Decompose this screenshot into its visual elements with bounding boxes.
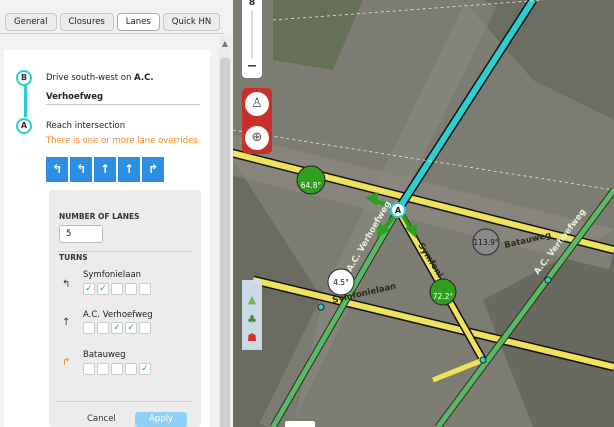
lane-checkbox[interactable] [125,283,137,295]
drive-instruction: Drive south-west on A.C. [46,73,154,83]
lane-checkbox[interactable] [111,283,123,295]
marker-a: A [16,118,32,134]
turn-name-batauweg: Batauweg [83,350,126,360]
aerial-map[interactable]: A 64.8° 113.9° 4.5° 72.2° A.C. Verhoefwe… [233,0,614,427]
zoom-slider[interactable] [251,10,253,58]
turn-left-icon: ↰ [62,279,71,290]
tab-divider [0,33,224,34]
lane-checkbox[interactable] [139,283,151,295]
lane-checkbox[interactable] [111,363,123,375]
drive-prefix: Drive south-west on [46,73,135,83]
street-view-person-icon[interactable]: ♙ [245,92,269,116]
edit-panel: General Closures Lanes Quick HN B A Driv… [0,0,233,427]
map-node[interactable] [317,303,325,311]
turn-checkboxes-ac-verhoefweg: ✓ ✓ [83,322,151,334]
lane-override-note: There is one or more lane overrides [46,136,198,146]
tab-bar: General Closures Lanes Quick HN [5,13,223,33]
layer-tree-icon[interactable]: ♣ [244,312,260,328]
map-view[interactable]: A 64.8° 113.9° 4.5° 72.2° A.C. Verhoefwe… [233,0,614,427]
lane-checkbox[interactable]: ✓ [139,363,151,375]
angle-marker-4: 72.2° [429,278,457,306]
footer-divider [57,401,193,402]
lane-checkbox[interactable] [83,363,95,375]
straight-icon: ↑ [62,317,71,328]
angle-marker-2: 113.9° [472,228,500,256]
zoom-out-button[interactable]: − [242,60,262,74]
angle-label: 113.9° [473,238,498,247]
locate-crosshair-icon[interactable]: ⊕ [245,126,269,150]
layer-up-arrow-icon[interactable]: ▲ [244,292,260,308]
turn-name-ac-verhoefweg: A.C. Verhoefweg [83,310,153,320]
turn-checkboxes-batauweg: ✓ [83,363,151,375]
layer-people-icon[interactable]: ☗ [244,330,260,346]
number-of-lanes-heading: NUMBER OF LANES [59,212,140,221]
scrollbar[interactable]: ▲ [219,36,231,427]
lane-4-straight-icon[interactable]: ↑ [118,157,140,182]
tab-closures[interactable]: Closures [59,13,114,31]
number-of-lanes-input[interactable] [59,225,103,243]
map-tools: ♙ ⊕ [242,88,272,154]
scroll-up-icon[interactable]: ▲ [220,40,230,48]
angle-marker-1: 64.8° [296,165,326,195]
lane-checkbox[interactable] [125,363,137,375]
route-connector [24,85,27,117]
lane-checkbox[interactable]: ✓ [83,283,95,295]
lane-checkbox[interactable] [97,363,109,375]
map-node[interactable] [479,356,487,364]
layer-switcher: ▲ ♣ ☗ [242,280,262,350]
turn-right-icon: ↱ [62,357,71,368]
lane-checkbox[interactable]: ✓ [97,283,109,295]
lane-checkbox[interactable] [139,322,151,334]
cancel-button[interactable]: Cancel [87,414,116,424]
lane-editor: NUMBER OF LANES TURNS ↰ Symfonielaan ✓ ✓… [49,190,201,427]
lane-2-turn-left-icon[interactable]: ↰ [70,157,92,182]
node-label: A [395,206,402,215]
reach-intersection: Reach intersection [46,121,126,131]
scrollbar-thumb[interactable] [220,58,230,427]
drive-street-1: A.C. [134,73,154,83]
drive-street-2: Verhoefweg [46,92,104,102]
zoom-control: 8 − [242,0,262,78]
angle-label: 64.8° [301,181,322,190]
lane-checkbox[interactable] [83,322,95,334]
tab-general[interactable]: General [5,13,57,31]
segment-divider [46,104,200,105]
marker-b: B [16,70,32,86]
map-node[interactable] [544,276,552,284]
turn-checkboxes-symfonielaan: ✓ ✓ [83,283,151,295]
angle-label: 72.2° [433,292,454,301]
lane-3-straight-icon[interactable]: ↑ [94,157,116,182]
turn-name-symfonielaan: Symfonielaan [83,270,142,280]
tab-quick-hn[interactable]: Quick HN [162,13,221,31]
lane-checkbox[interactable]: ✓ [111,322,123,334]
section-divider [57,251,193,252]
lane-checkbox[interactable]: ✓ [125,322,137,334]
apply-button[interactable]: Apply [135,412,187,427]
lane-1-turn-left-icon[interactable]: ↰ [46,157,68,182]
zoom-level: 8 [248,0,256,8]
lane-5-turn-right-icon[interactable]: ↱ [142,157,164,182]
turns-heading: TURNS [59,253,88,262]
map-footer-tab[interactable] [285,421,315,427]
tab-lanes[interactable]: Lanes [116,13,160,31]
angle-label: 4.5° [333,278,349,287]
lane-guidance-row: ↰ ↰ ↑ ↑ ↱ [46,157,164,182]
lane-checkbox[interactable] [97,322,109,334]
